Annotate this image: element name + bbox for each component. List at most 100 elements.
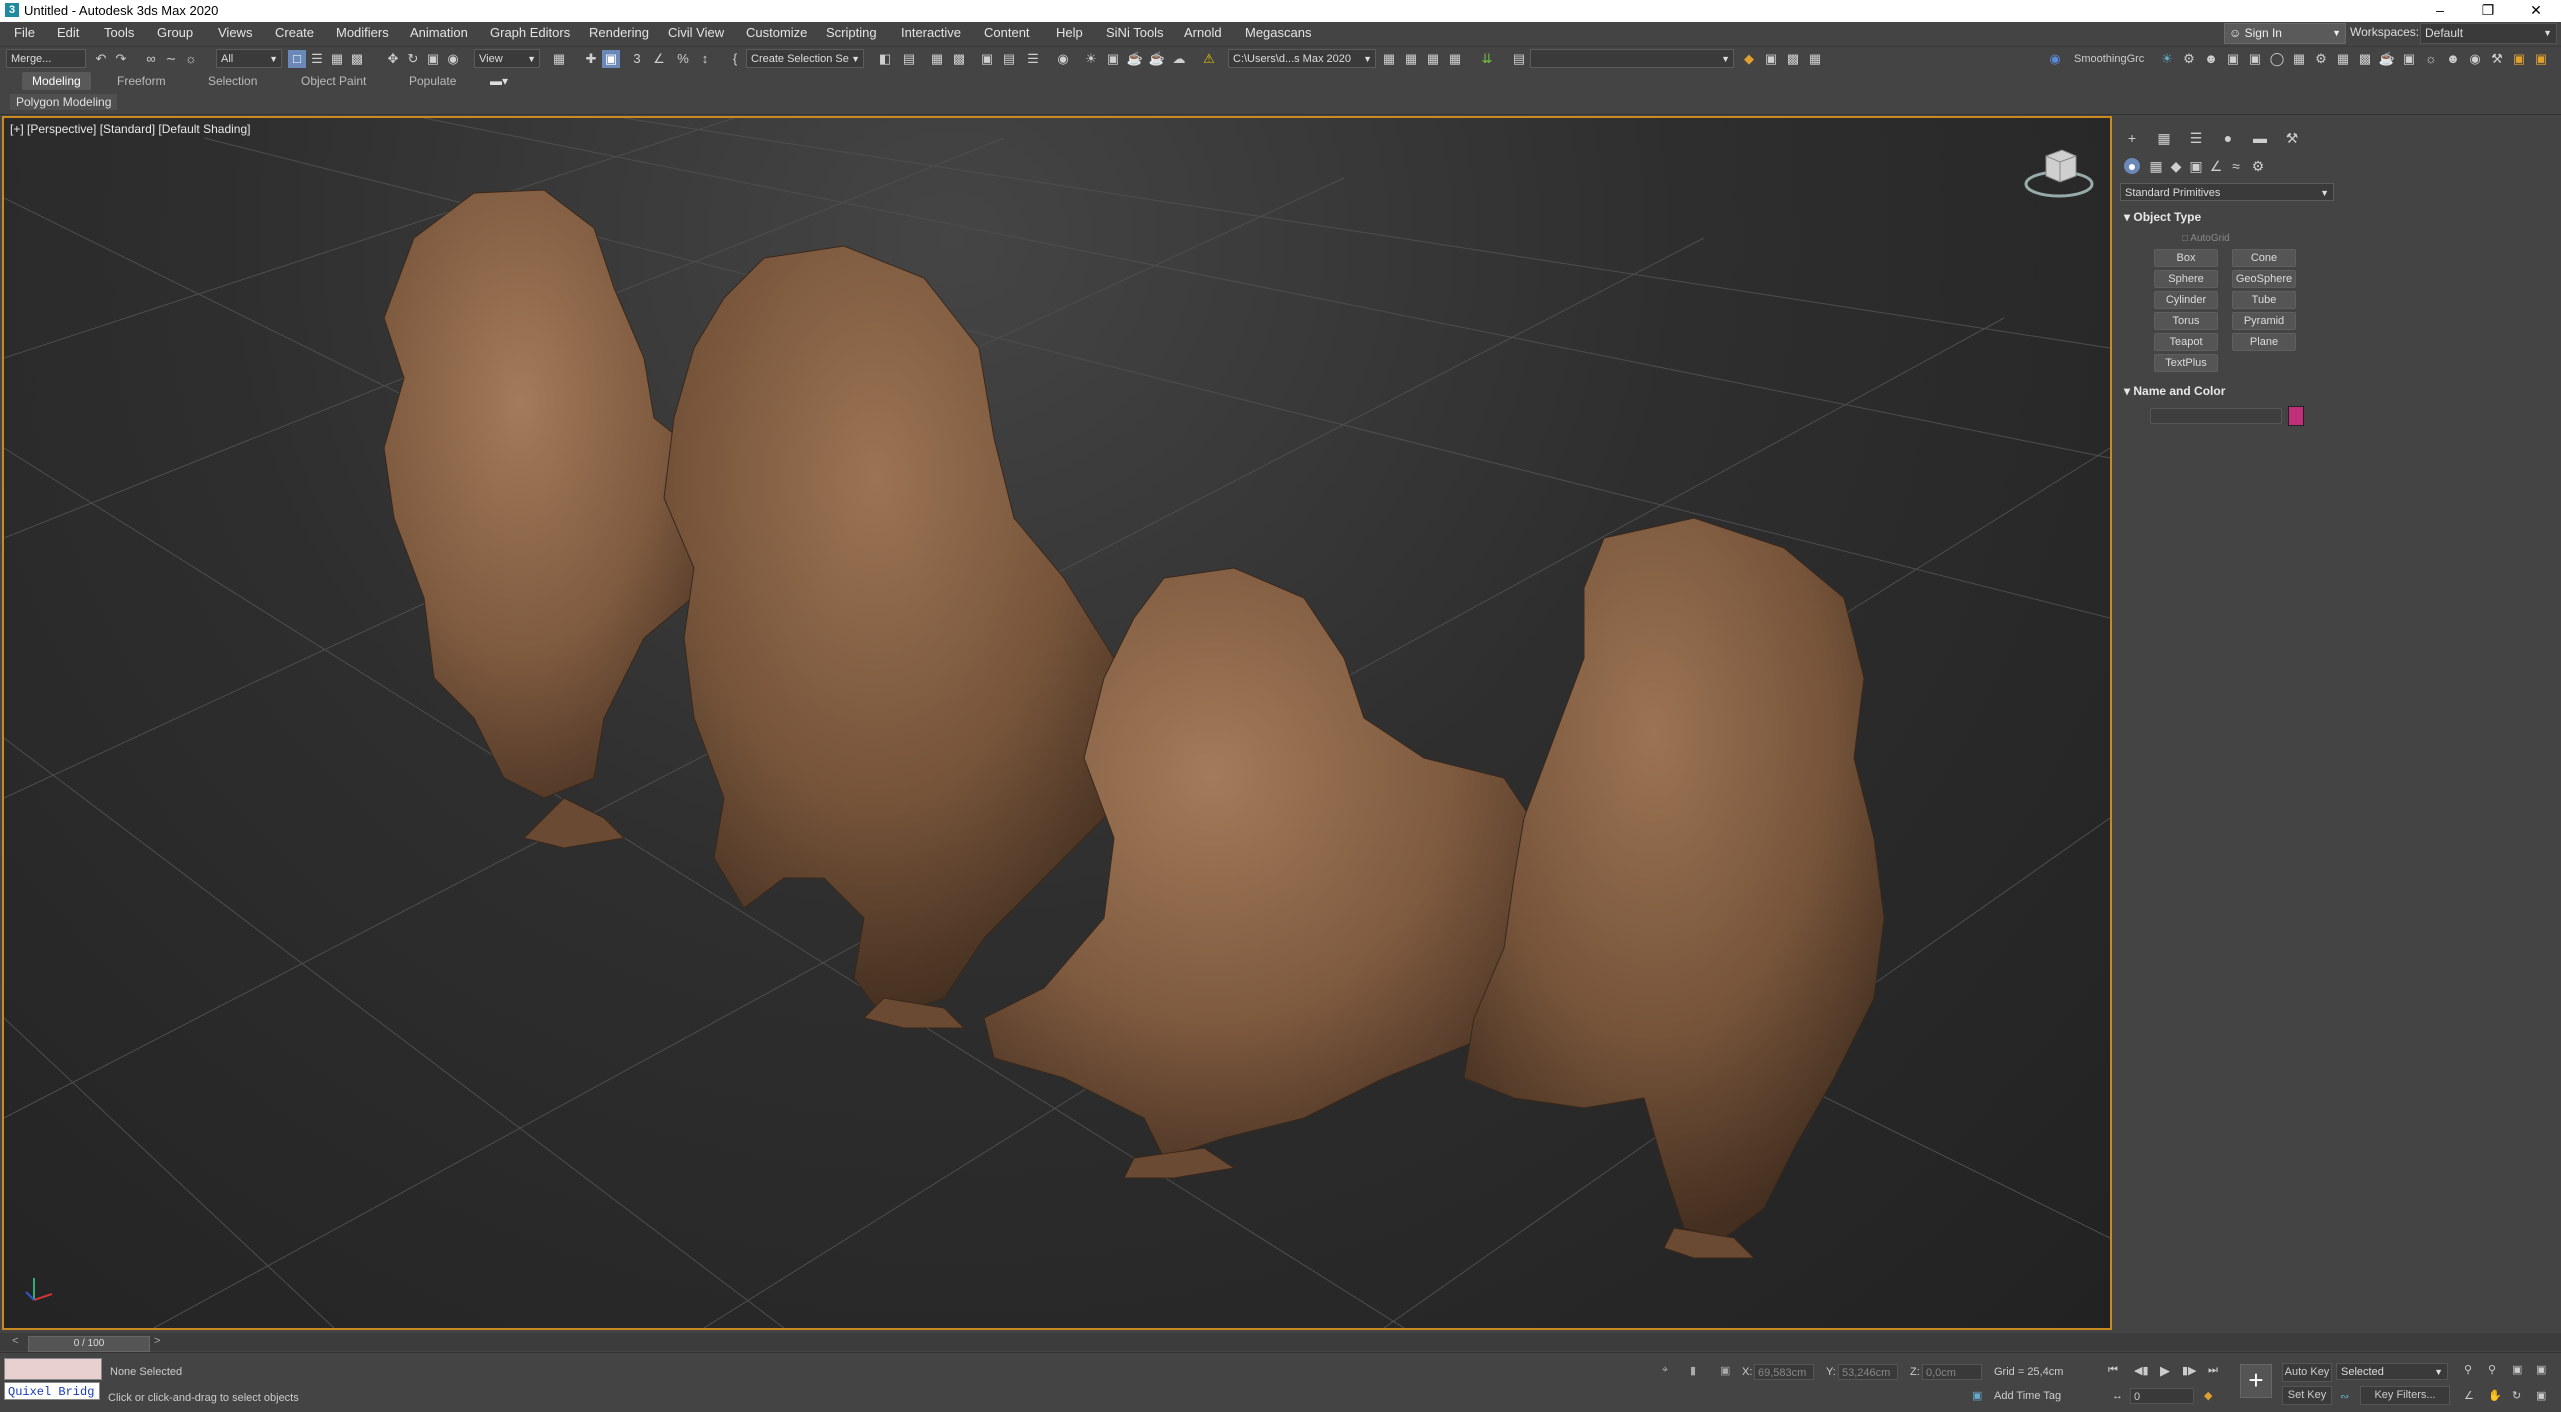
light-tool-icon[interactable]: ☼ — [2422, 50, 2440, 68]
tab-populate[interactable]: Populate — [409, 72, 456, 90]
add-time-tag-button[interactable]: Add Time Tag — [1994, 1390, 2061, 1402]
menu-edit[interactable]: Edit — [57, 25, 79, 40]
close-button[interactable]: ✕ — [2516, 0, 2556, 22]
minimize-button[interactable]: – — [2420, 0, 2460, 22]
bulb-tool-icon[interactable]: ☻ — [2444, 50, 2462, 68]
zoom-extents-icon[interactable]: ▣ — [2512, 1363, 2522, 1376]
maxscript-listener[interactable] — [4, 1358, 102, 1380]
schematic-view-icon[interactable]: ☰ — [1024, 50, 1042, 68]
ribbon-options-icon[interactable]: ▬▾ — [490, 72, 508, 90]
cone-button[interactable]: Cone — [2232, 249, 2296, 267]
current-frame-field[interactable]: 0 — [2130, 1388, 2194, 1404]
shapes-icon[interactable]: ▦ — [2146, 158, 2166, 176]
object-type-rollup[interactable]: ▾ Object Type — [2124, 210, 2201, 224]
sphere-tool-icon[interactable]: ◯ — [2268, 50, 2286, 68]
undo-icon[interactable]: ↶ — [92, 50, 110, 68]
torus-button[interactable]: Torus — [2154, 312, 2218, 330]
render-iterative-icon[interactable]: ☕ — [1148, 50, 1166, 68]
smoothing-group-label[interactable]: SmoothingGrc — [2074, 53, 2144, 65]
space-warps-icon[interactable]: ≈ — [2226, 158, 2246, 176]
select-by-name-icon[interactable]: ☰ — [308, 50, 326, 68]
helpers-icon[interactable]: ∠ — [2206, 158, 2226, 176]
textplus-button[interactable]: TextPlus — [2154, 354, 2218, 372]
wrench-tool-icon[interactable]: ⚒ — [2488, 50, 2506, 68]
render-in-cloud-icon[interactable]: ☁ — [1170, 50, 1188, 68]
keyboard-shortcut-override-icon[interactable]: ▣ — [602, 50, 620, 68]
create-selection-set-dropdown[interactable]: Create Selection Se ▼ — [746, 49, 864, 68]
toggle-layer-explorer-icon[interactable]: ▩ — [950, 50, 968, 68]
menu-sini-tools[interactable]: SiNi Tools — [1106, 25, 1164, 40]
menu-rendering[interactable]: Rendering — [589, 25, 649, 40]
name-and-color-rollup[interactable]: ▾ Name and Color — [2124, 384, 2225, 398]
category-dropdown[interactable]: Standard Primitives ▼ — [2120, 183, 2334, 201]
geometry-icon[interactable]: ● — [2124, 158, 2140, 174]
material-editor-icon[interactable]: ◉ — [1054, 50, 1072, 68]
set-key-plus-icon[interactable]: + — [2240, 1364, 2272, 1398]
select-manipulate-icon[interactable]: ✚ — [582, 50, 600, 68]
menu-help[interactable]: Help — [1056, 25, 1083, 40]
y-coordinate-field[interactable]: 53,246cm — [1838, 1364, 1898, 1380]
object-color-swatch[interactable] — [2288, 406, 2304, 426]
edit-named-selection-icon[interactable]: { — [726, 50, 744, 68]
double-chevron-down-icon[interactable]: ⇊ — [1478, 50, 1496, 68]
teapot-tool-icon[interactable]: ☕ — [2378, 50, 2396, 68]
zoom-all-icon[interactable]: ⚲ — [2488, 1363, 2496, 1376]
menu-graph-editors[interactable]: Graph Editors — [490, 25, 570, 40]
previous-frame-icon[interactable]: ◀▮ — [2134, 1364, 2149, 1377]
pan-icon[interactable]: ✋ — [2488, 1389, 2502, 1402]
cylinder-button[interactable]: Cylinder — [2154, 291, 2218, 309]
hierarchy-tab-icon[interactable]: ☰ — [2186, 130, 2206, 148]
stack-icon[interactable]: ▩ — [1784, 50, 1802, 68]
bind-space-warp-icon[interactable]: ☼ — [182, 50, 200, 68]
toggle-scene-explorer-icon[interactable]: ▦ — [928, 50, 946, 68]
align-icon[interactable]: ▤ — [900, 50, 918, 68]
geosphere-button[interactable]: GeoSphere — [2232, 270, 2296, 288]
key-filter-selection-dropdown[interactable]: Selected ▼ — [2336, 1363, 2448, 1380]
pivot-point-icon[interactable]: ▦ — [550, 50, 568, 68]
auto-key-button[interactable]: Auto Key — [2282, 1363, 2332, 1382]
key-tangent-icon[interactable]: ∾ — [2340, 1390, 2349, 1403]
cameras-icon[interactable]: ▣ — [2186, 158, 2206, 176]
percent-snap-icon[interactable]: % — [674, 50, 692, 68]
unlink-icon[interactable]: ∼ — [162, 50, 180, 68]
scene-states-icon[interactable]: ▤ — [1510, 50, 1528, 68]
x-coordinate-field[interactable]: 69,583cm — [1754, 1364, 1814, 1380]
project-set-icon[interactable]: ▦ — [1424, 50, 1442, 68]
tab-modeling[interactable]: Modeling — [22, 72, 91, 90]
viewport-tool-icon[interactable]: ▦ — [2290, 50, 2308, 68]
render-production-icon[interactable]: ☕ — [1126, 50, 1144, 68]
menu-customize[interactable]: Customize — [746, 25, 807, 40]
menu-arnold[interactable]: Arnold — [1184, 25, 1222, 40]
time-slider[interactable]: 0 / 100 — [28, 1336, 150, 1352]
modify-tab-icon[interactable]: ▦ — [2154, 130, 2174, 148]
quixel-bridge-field[interactable]: Quixel Bridg — [4, 1382, 100, 1400]
field-of-view-icon[interactable]: ∠ — [2464, 1389, 2474, 1402]
menu-modifiers[interactable]: Modifiers — [336, 25, 389, 40]
project-open-icon[interactable]: ▦ — [1402, 50, 1420, 68]
menu-civil-view[interactable]: Civil View — [668, 25, 724, 40]
menu-group[interactable]: Group — [157, 25, 193, 40]
maximize-viewport-icon[interactable]: ▣ — [2536, 1389, 2546, 1402]
menu-scripting[interactable]: Scripting — [826, 25, 877, 40]
systems-icon[interactable]: ⚙ — [2248, 158, 2268, 176]
transform-mode-icon[interactable]: ▣ — [1720, 1364, 1730, 1377]
place-icon[interactable]: ◉ — [444, 50, 462, 68]
object-name-input[interactable] — [2150, 408, 2282, 424]
viewport-label[interactable]: [+] [Perspective] [Standard] [Default Sh… — [10, 122, 250, 136]
sign-in-button[interactable]: ☺ Sign In ▼ — [2224, 23, 2346, 44]
grid-tool-icon[interactable]: ▦ — [2334, 50, 2352, 68]
orange-tool-2-icon[interactable]: ▣ — [2532, 50, 2550, 68]
window-crossing-icon[interactable]: ▩ — [348, 50, 366, 68]
tab-selection[interactable]: Selection — [208, 72, 257, 90]
spinner-snap-icon[interactable]: ↕ — [696, 50, 714, 68]
render-icon[interactable]: ▣ — [2224, 50, 2242, 68]
menu-views[interactable]: Views — [218, 25, 252, 40]
select-rotate-icon[interactable]: ↻ — [404, 50, 422, 68]
project-new-icon[interactable]: ▦ — [1380, 50, 1398, 68]
time-tag-icon[interactable]: ▣ — [1972, 1389, 1982, 1402]
next-frame-icon[interactable]: ▮▶ — [2182, 1364, 2197, 1377]
create-tab-plus-icon[interactable]: + — [2122, 130, 2142, 148]
time-prev-icon[interactable]: < — [12, 1335, 18, 1347]
box-button[interactable]: Box — [2154, 249, 2218, 267]
toggle-ribbon-icon[interactable]: ▣ — [978, 50, 996, 68]
